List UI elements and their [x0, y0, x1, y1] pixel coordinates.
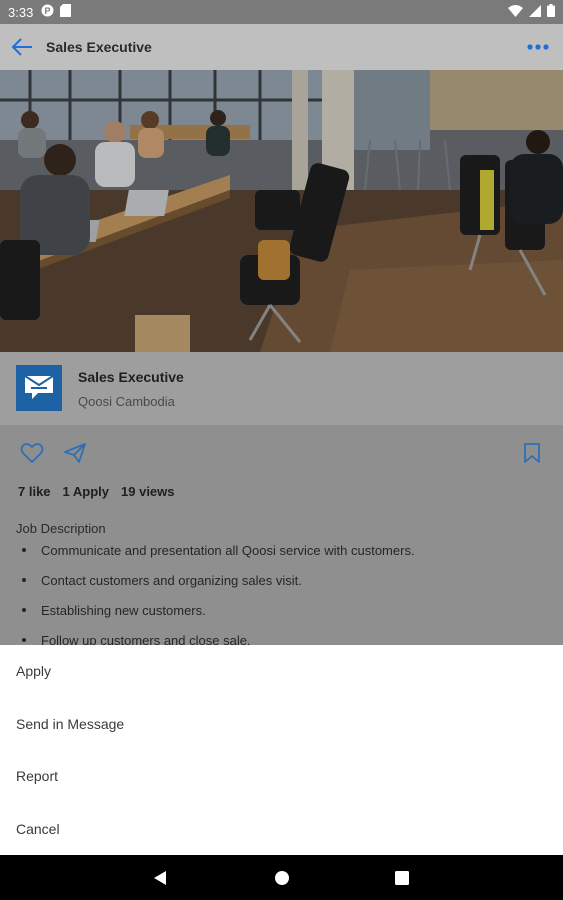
- sd-card-icon: [60, 4, 72, 20]
- recents-square-icon: [395, 871, 409, 885]
- send-in-message-option[interactable]: Send in Message: [0, 698, 563, 751]
- home-circle-icon: [275, 871, 289, 885]
- apply-count: 1 Apply: [62, 484, 110, 499]
- nav-recents-button[interactable]: [392, 868, 412, 888]
- job-header: Sales Executive Qoosi Cambodia: [0, 352, 563, 425]
- bullet-icon: [22, 608, 26, 612]
- action-bottom-sheet: Apply Send in Message Report Cancel: [0, 645, 563, 855]
- pinterest-icon: P: [41, 4, 54, 20]
- report-option[interactable]: Report: [0, 750, 563, 803]
- nav-back-button[interactable]: [150, 868, 170, 888]
- signal-icon: [529, 4, 541, 20]
- nav-home-button[interactable]: [272, 868, 292, 888]
- more-dots-icon: [527, 44, 549, 50]
- app-bar-title: Sales Executive: [46, 39, 152, 55]
- bullet-icon: [22, 548, 26, 552]
- like-button[interactable]: [18, 439, 46, 467]
- status-time: 3:33: [8, 4, 34, 20]
- job-description-list: Communicate and presentation all Qoosi s…: [22, 543, 415, 645]
- heart-icon: [20, 443, 44, 464]
- wifi-icon: [508, 4, 523, 20]
- job-title: Sales Executive: [78, 369, 184, 385]
- status-bar: 3:33 P: [0, 0, 563, 24]
- battery-icon: [547, 4, 555, 20]
- list-item: Contact customers and organizing sales v…: [22, 573, 415, 603]
- job-stats: 7 like 1 Apply 19 views: [18, 484, 175, 499]
- company-name[interactable]: Qoosi Cambodia: [78, 394, 175, 409]
- back-button[interactable]: [0, 24, 44, 70]
- status-right-icons: [508, 4, 555, 20]
- job-details: 7 like 1 Apply 19 views Job Description …: [0, 425, 563, 645]
- cancel-option[interactable]: Cancel: [0, 803, 563, 856]
- list-item: Follow up customers and close sale.: [22, 633, 415, 645]
- share-button[interactable]: [61, 439, 89, 467]
- list-item: Communicate and presentation all Qoosi s…: [22, 543, 415, 573]
- app-bar: Sales Executive: [0, 24, 563, 70]
- bookmark-button[interactable]: [518, 439, 546, 467]
- job-description-heading: Job Description: [16, 521, 106, 536]
- company-logo[interactable]: [16, 365, 62, 411]
- message-box-icon: [24, 375, 54, 399]
- list-item: Establishing new customers.: [22, 603, 415, 633]
- job-hero-image: [0, 70, 563, 352]
- view-count: 19 views: [121, 484, 175, 499]
- like-count: 7 like: [18, 484, 51, 499]
- bullet-icon: [22, 578, 26, 582]
- bookmark-icon: [524, 443, 540, 463]
- more-options-button[interactable]: [513, 24, 563, 70]
- send-icon: [64, 443, 86, 463]
- bullet-icon: [22, 638, 26, 642]
- apply-option[interactable]: Apply: [0, 645, 563, 698]
- back-triangle-icon: [154, 871, 166, 885]
- svg-text:P: P: [45, 6, 51, 16]
- job-actions: [0, 425, 563, 479]
- back-arrow-icon: [11, 38, 32, 56]
- system-nav-bar: [0, 855, 563, 900]
